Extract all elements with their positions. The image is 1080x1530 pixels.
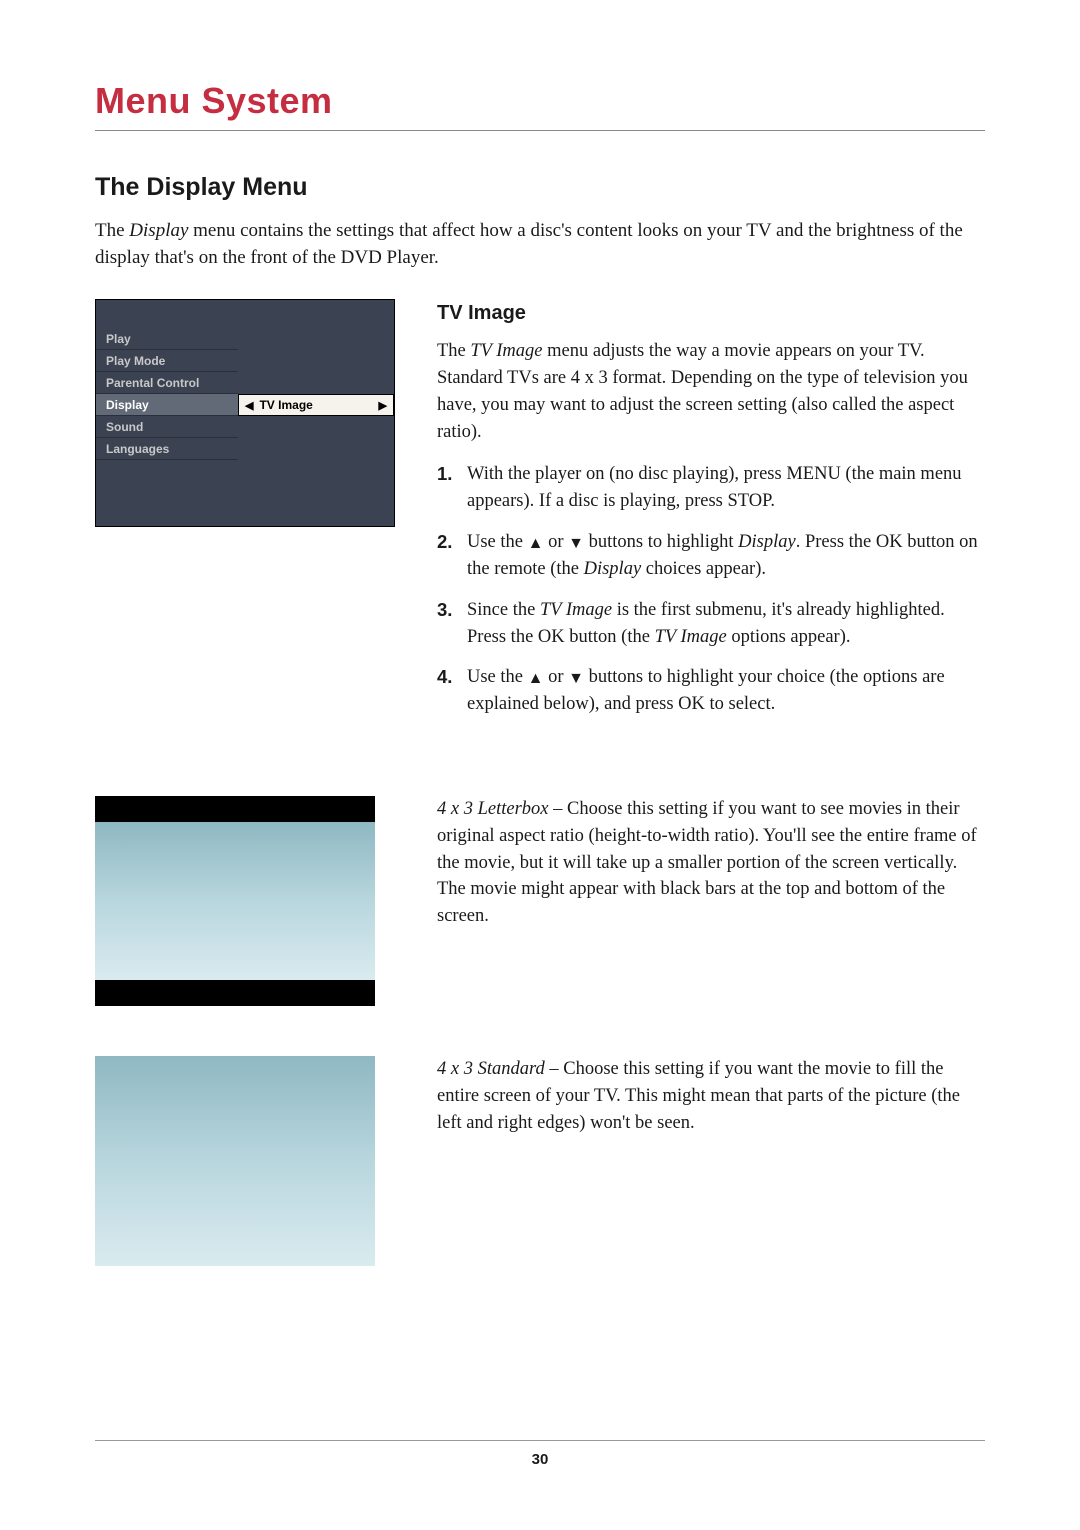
tv-image-intro-em: TV Image: [470, 341, 542, 361]
menu-submenu: ◀ TV Image ▶: [238, 300, 394, 526]
step-4-pre: Use the: [467, 667, 528, 687]
tv-image-intro-pre: The: [437, 341, 470, 361]
standard-dash: –: [545, 1059, 564, 1079]
letterbox-top-bar: [95, 796, 375, 822]
step-3-em: TV Image: [540, 600, 612, 620]
step-2-pre: Use the: [467, 532, 528, 552]
letterbox-dash: –: [549, 799, 568, 819]
step-1-num: 1.: [437, 461, 467, 515]
arrow-down-icon: ▼: [568, 667, 584, 690]
step-4-body: Use the ▲ or ▼ buttons to highlight your…: [467, 664, 985, 718]
tv-image-heading: TV Image: [437, 299, 985, 328]
step-3-num: 3.: [437, 597, 467, 651]
menu-sidebar: Play Play Mode Parental Control Display …: [96, 300, 238, 526]
section-heading: The Display Menu: [95, 173, 985, 202]
step-2-em2: Display: [584, 559, 642, 579]
step-3-em2: TV Image: [655, 627, 727, 647]
intro-em: Display: [129, 220, 188, 241]
step-2: 2. Use the ▲ or ▼ buttons to highlight D…: [437, 529, 985, 583]
letterbox-lead: 4 x 3 Letterbox: [437, 799, 549, 819]
step-2-em: Display: [738, 532, 796, 552]
menu-item-display: Display: [96, 394, 238, 416]
step-2-mid: or: [543, 532, 568, 552]
menu-item-play-mode: Play Mode: [96, 350, 238, 372]
standard-illustration: [95, 1056, 375, 1266]
standard-section: 4 x 3 Standard – Choose this setting if …: [95, 1056, 985, 1266]
triangle-left-icon: ◀: [245, 399, 253, 412]
step-1-body: With the player on (no disc playing), pr…: [467, 461, 985, 515]
menu-submenu-tv-image: ◀ TV Image ▶: [238, 394, 394, 416]
standard-screen: [95, 1056, 375, 1266]
menu-item-sound: Sound: [96, 416, 238, 438]
tv-image-intro: The TV Image menu adjusts the way a movi…: [437, 338, 985, 445]
step-3-body: Since the TV Image is the first submenu,…: [467, 597, 985, 651]
step-3-end: options appear).: [727, 627, 851, 647]
step-1: 1. With the player on (no disc playing),…: [437, 461, 985, 515]
menu-item-languages: Languages: [96, 438, 238, 460]
letterbox-illustration: [95, 796, 375, 1006]
intro-paragraph: The Display menu contains the settings t…: [95, 218, 985, 271]
title-rule: [95, 130, 985, 131]
step-2-post-pre: buttons to highlight: [584, 532, 738, 552]
arrow-up-icon: ▲: [528, 667, 544, 690]
step-2-num: 2.: [437, 529, 467, 583]
letterbox-screen: [95, 822, 375, 980]
step-4: 4. Use the ▲ or ▼ buttons to highlight y…: [437, 664, 985, 718]
step-4-mid: or: [543, 667, 568, 687]
step-4-num: 4.: [437, 664, 467, 718]
arrow-down-icon: ▼: [568, 532, 584, 555]
letterbox-bottom-bar: [95, 980, 375, 1006]
standard-text: 4 x 3 Standard – Choose this setting if …: [437, 1056, 985, 1136]
page-number: 30: [532, 1451, 549, 1468]
letterbox-text: 4 x 3 Letterbox – Choose this setting if…: [437, 796, 985, 930]
menu-item-parental-control: Parental Control: [96, 372, 238, 394]
steps-list: 1. With the player on (no disc playing),…: [437, 461, 985, 718]
submenu-label: TV Image: [259, 398, 312, 412]
intro-pre: The: [95, 220, 129, 241]
step-2-body: Use the ▲ or ▼ buttons to highlight Disp…: [467, 529, 985, 583]
triangle-right-icon: ▶: [379, 399, 387, 412]
page-title: Menu System: [95, 80, 985, 122]
step-2-end: choices appear).: [641, 559, 766, 579]
page-footer: 30: [95, 1440, 985, 1468]
step-3: 3. Since the TV Image is the first subme…: [437, 597, 985, 651]
menu-item-play: Play: [96, 328, 238, 350]
arrow-up-icon: ▲: [528, 532, 544, 555]
letterbox-section: 4 x 3 Letterbox – Choose this setting if…: [95, 796, 985, 1006]
standard-lead: 4 x 3 Standard: [437, 1059, 545, 1079]
step-3-pre: Since the: [467, 600, 540, 620]
menu-screenshot: Play Play Mode Parental Control Display …: [95, 299, 395, 527]
intro-post: menu contains the settings that affect h…: [95, 220, 963, 268]
